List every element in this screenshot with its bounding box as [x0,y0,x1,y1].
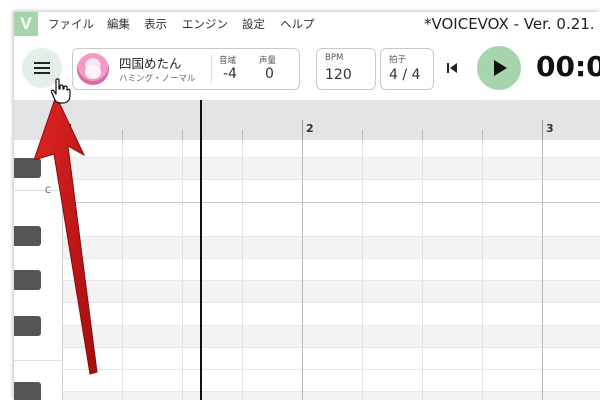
hand-pointer-icon [50,78,71,104]
annotation-arrow [33,94,98,375]
